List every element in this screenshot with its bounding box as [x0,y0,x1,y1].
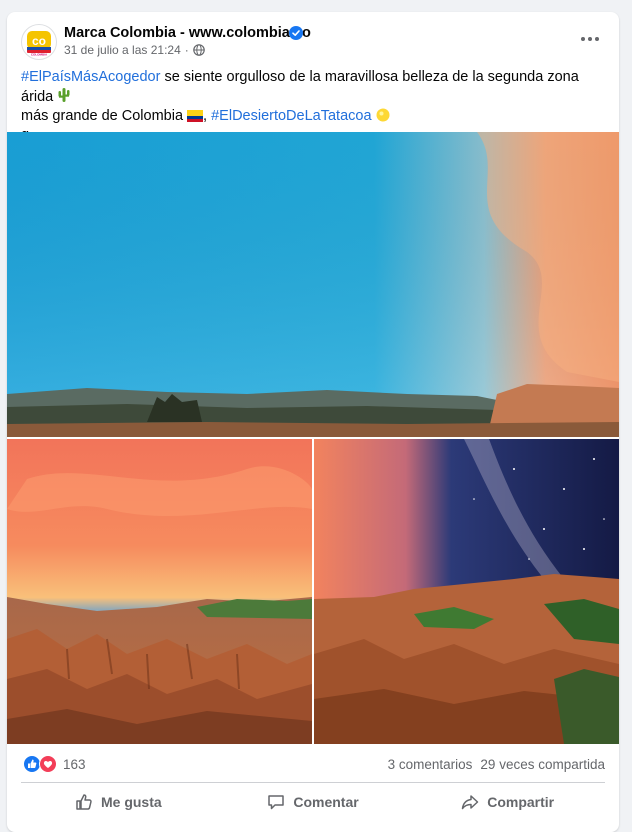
reaction-count[interactable]: 163 [63,757,86,772]
share-label: Compartir [487,794,555,810]
comment-label: Comentar [293,794,359,810]
avatar-logo-subtext: COLOMBIA [31,53,48,57]
post-meta: 31 de julio a las 21:24 · [64,43,205,57]
photo-bottom-left-sunset-desert[interactable] [7,439,312,744]
speech-bubble-icon [268,795,285,810]
comment-button[interactable]: Comentar [216,784,411,820]
hashtag-link-2[interactable]: #ElDesiertoDeLaTatacoa [211,108,371,124]
post-card: co COLOMBIA Marca Colombia - www.colombi… [7,12,619,832]
page-name-link[interactable]: Marca Colombia - www.colombia.co [64,25,311,41]
post-actions: Me gusta Comentar Compartir [21,784,605,820]
marca-colombia-logo-icon: co COLOMBIA [27,31,51,57]
cactus-emoji [58,88,70,102]
colombia-flag-emoji [187,110,204,122]
reactions-bar: 163 3 comentarios 29 veces compartida [7,744,619,784]
post-header: co COLOMBIA Marca Colombia - www.colombi… [7,12,619,70]
comments-count[interactable]: 3 comentarios [388,757,473,772]
more-dots-icon[interactable] [575,29,605,49]
shares-count[interactable]: 29 veces compartida [480,757,605,772]
separator-dot: · [184,43,189,57]
share-arrow-icon [461,795,479,810]
photo-top-desert-sky[interactable] [7,132,619,437]
photo-grid [7,132,619,744]
like-button[interactable]: Me gusta [21,784,216,820]
post-text-separator: , [203,108,212,124]
globe-icon[interactable] [192,44,205,56]
share-button[interactable]: Compartir [410,784,605,820]
yellow-circle-emoji [376,108,390,122]
engagement-counts: 3 comentarios 29 veces compartida [388,757,605,772]
photo-bottom-right-milky-way-desert[interactable] [314,439,619,744]
post-timestamp[interactable]: 31 de julio a las 21:24 [64,43,181,57]
verified-badge-icon [289,26,303,40]
post-text-part2: más grande de Colombia [21,108,188,124]
actions-divider [21,782,605,783]
reaction-icons[interactable] [23,755,59,773]
avatar-logo-text: co [32,34,46,48]
page-avatar[interactable]: co COLOMBIA [21,24,57,60]
thumbs-up-icon [76,794,92,810]
like-label: Me gusta [100,794,162,810]
hashtag-link-1[interactable]: #ElPaísMásAcogedor [21,69,160,85]
